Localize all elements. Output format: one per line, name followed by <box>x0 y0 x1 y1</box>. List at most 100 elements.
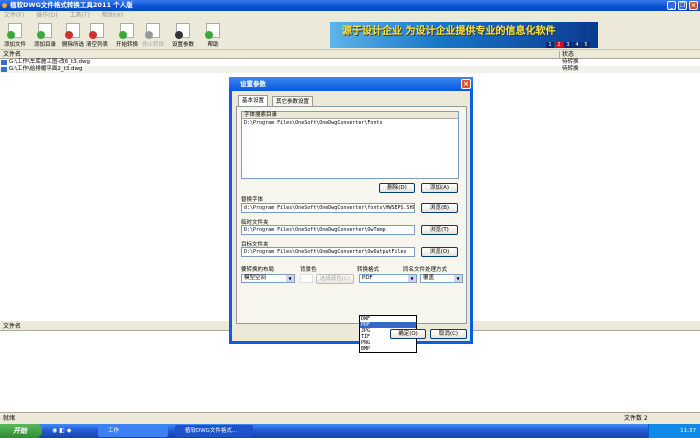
toolbar-button-label: 帮助 <box>207 42 219 48</box>
clock: 11:37 <box>680 428 696 434</box>
file-count: 文件数 2 <box>624 415 648 422</box>
banner-ad[interactable]: 源于设计企业 为设计企业提供专业的信息化软件 12345 <box>330 22 598 48</box>
toolbar-button-label: 设置参数 <box>171 42 194 48</box>
settings-dialog: 设置参数 × 基本设置 其它参数设置 字体搜索目录 D:\Program File… <box>229 77 473 353</box>
toolbar-button-6[interactable]: 设置参数 <box>170 23 196 49</box>
menu-bar: 文件(F) 操作(O) 工具(T) 帮助(H) <box>0 11 700 21</box>
bgcolor-label: 背景色 <box>300 267 317 273</box>
layout-label: 要转换的布局 <box>241 267 275 273</box>
dwg-file-icon <box>1 67 7 72</box>
toolbar-button-0[interactable]: 添加文件 <box>2 23 28 49</box>
minimize-button[interactable]: _ <box>667 1 676 10</box>
dwg-file-icon <box>1 60 7 65</box>
menu-file[interactable]: 文件(F) <box>4 12 24 19</box>
bgcolor-swatch <box>300 274 313 283</box>
toolbar-button-1[interactable]: 添加目录 <box>32 23 58 49</box>
file-list-header: 文件名 状态 <box>0 51 700 59</box>
same-name-select[interactable]: 覆盖 ▼ <box>420 274 463 283</box>
stop-convert-icon <box>145 23 160 39</box>
toolbar-button-label: 清空列表 <box>85 42 108 48</box>
status-bar: 就绪 文件数 2 <box>0 412 700 423</box>
quick-launch-icons[interactable]: ◉ ◧ ◆ <box>52 427 71 434</box>
menu-operate[interactable]: 操作(O) <box>36 12 57 19</box>
file-status: 待转换 <box>562 66 579 72</box>
menu-help[interactable]: 帮助(H) <box>102 12 123 19</box>
file-row[interactable]: G:\工作\车库施工图-改6_t3.dwg 待转换 <box>0 59 700 66</box>
layout-select[interactable]: 模型空间 ▼ <box>241 274 295 283</box>
file-name: G:\工作\车库施工图-改6_t3.dwg <box>9 59 90 65</box>
format-select[interactable]: PDF ▼ <box>359 274 417 283</box>
column-status[interactable]: 状态 <box>559 51 574 59</box>
banner-page-2[interactable]: 2 <box>555 42 563 48</box>
format-option[interactable]: BMP <box>360 346 416 352</box>
taskbar-item-app[interactable]: 植软DWG文件格式... <box>175 425 253 437</box>
app-icon <box>2 3 7 8</box>
toolbar-button-label: 停止转换 <box>141 42 164 48</box>
chevron-down-icon: ▼ <box>408 275 416 282</box>
browse-temp-button[interactable]: 浏览(T) <box>421 225 458 235</box>
chevron-down-icon: ▼ <box>454 275 462 282</box>
tab-other[interactable]: 其它参数设置 <box>272 96 314 106</box>
banner-text: 源于设计企业 为设计企业提供专业的信息化软件 <box>342 26 556 37</box>
add-button[interactable]: 添加(A) <box>421 183 458 193</box>
toolbar-button-4[interactable]: 开始转换 <box>114 23 140 49</box>
font-dir-item[interactable]: D:\Program Files\OneSoft\OneDwgConverter… <box>242 119 458 127</box>
start-convert-icon <box>119 23 134 39</box>
tab-basic[interactable]: 基本设置 <box>238 95 269 106</box>
toolbar-button-label: 删除所选 <box>61 42 84 48</box>
system-tray: 11:37 <box>648 424 700 438</box>
menu-tools[interactable]: 工具(T) <box>70 12 90 19</box>
add-folder-icon <box>37 23 52 39</box>
format-value: PDF <box>362 275 373 281</box>
title-bar: 植软DWG文件格式转换工具2011 个人版 _ ❐ × <box>0 0 700 11</box>
settings-icon <box>175 23 190 39</box>
browse-font-button[interactable]: 浏览(B) <box>421 203 458 213</box>
replace-font-label: 替换字体 <box>241 197 264 203</box>
start-button[interactable]: 开始 <box>0 424 42 438</box>
layout-value: 模型空间 <box>244 275 267 281</box>
toolbar-button-5[interactable]: 停止转换 <box>140 23 166 49</box>
dialog-title-bar: 设置参数 × <box>229 77 473 91</box>
temp-dir-input[interactable]: D:\Program Files\OneSoft\OneDwgConverter… <box>241 225 415 235</box>
taskbar-item-folder[interactable]: 工作 <box>98 425 168 437</box>
same-name-label: 同名文件处理方式 <box>403 267 448 273</box>
tab-panel: 字体搜索目录 D:\Program Files\OneSoft\OneDwgCo… <box>236 106 467 353</box>
ok-button[interactable]: 确定(O) <box>390 329 426 339</box>
chevron-down-icon: ▼ <box>286 275 294 282</box>
format-label: 转换格式 <box>357 267 380 273</box>
banner-page-4[interactable]: 4 <box>573 42 581 48</box>
font-dir-list[interactable]: 字体搜索目录 D:\Program Files\OneSoft\OneDwgCo… <box>241 111 459 179</box>
toolbar-button-3[interactable]: 清空列表 <box>84 23 110 49</box>
status-text: 就绪 <box>3 415 16 422</box>
column-filename[interactable]: 文件名 <box>3 51 21 58</box>
clear-list-icon <box>89 23 104 39</box>
font-dir-header: 字体搜索目录 <box>242 112 458 119</box>
banner-page-1[interactable]: 1 <box>546 42 554 48</box>
file-name: G:\工作\给排暖平面2_t3.dwg <box>9 66 83 72</box>
toolbar-button-label: 开始转换 <box>115 42 138 48</box>
add-file-icon <box>7 23 22 39</box>
target-dir-input[interactable]: D:\Program Files\OneSoft\OneDwgConverter… <box>241 247 415 257</box>
banner-page-3[interactable]: 3 <box>564 42 572 48</box>
file-row[interactable]: G:\工作\给排暖平面2_t3.dwg 待转换 <box>0 66 700 73</box>
banner-page-5[interactable]: 5 <box>582 42 590 48</box>
dialog-close-button[interactable]: × <box>461 79 471 89</box>
toolbar-button-label: 添加目录 <box>33 42 56 48</box>
same-name-value: 覆盖 <box>423 275 435 281</box>
delete-selected-icon <box>65 23 80 39</box>
window-title: 植软DWG文件格式转换工具2011 个人版 <box>10 1 133 9</box>
cancel-button[interactable]: 取消(C) <box>430 329 467 339</box>
delete-button[interactable]: 删除(D) <box>379 183 415 193</box>
file-status: 待转换 <box>562 59 579 65</box>
taskbar: 开始 ◉ ◧ ◆ 工作 植软DWG文件格式... 11:37 <box>0 424 700 438</box>
help-icon <box>205 23 220 39</box>
toolbar-button-label: 添加文件 <box>3 42 26 48</box>
restore-button[interactable]: ❐ <box>678 1 687 10</box>
toolbar-button-2[interactable]: 删除所选 <box>60 23 86 49</box>
choose-color-button[interactable]: 选择颜色(C) <box>316 274 354 284</box>
replace-font-input[interactable]: d:\Program Files\OneSoft\OneDwgConverter… <box>241 203 415 213</box>
close-button[interactable]: × <box>689 1 698 10</box>
dialog-title: 设置参数 <box>240 80 266 88</box>
browse-target-button[interactable]: 浏览(O) <box>421 247 458 257</box>
toolbar-button-7[interactable]: 帮助 <box>200 23 226 49</box>
